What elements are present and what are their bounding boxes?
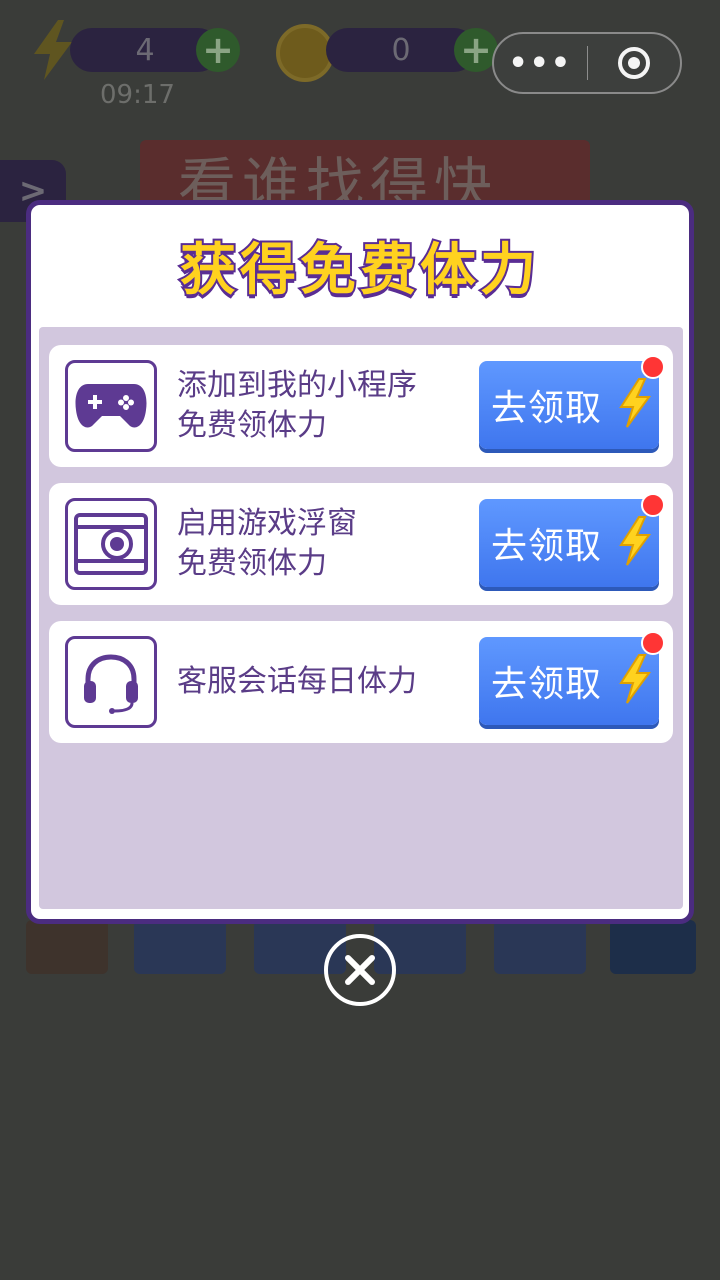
close-dialog-button[interactable] [324, 934, 396, 1006]
lightning-icon [619, 378, 651, 428]
claim-button[interactable]: 去领取 [479, 493, 665, 587]
reward-description: 客服会话每日体力 [177, 664, 417, 699]
lightning-icon [619, 654, 651, 704]
target-icon [617, 47, 650, 79]
reward-row-floating-window: 启用游戏浮窗 免费领体力 去领取 [49, 483, 673, 605]
headset-icon [65, 636, 157, 728]
notification-dot [641, 631, 665, 655]
bottom-tile-2[interactable] [134, 920, 226, 974]
claim-button[interactable]: 去领取 [479, 631, 665, 725]
reward-row-add-mini-program: 添加到我的小程序 免费领体力 去领取 [49, 345, 673, 467]
energy-timer: 09:17 [100, 80, 175, 110]
bottom-tile-6[interactable] [610, 920, 696, 974]
coin-count: 0 [391, 32, 411, 68]
bottom-tile-1[interactable] [26, 920, 108, 974]
bottom-tile-5[interactable] [494, 920, 586, 974]
reward-row-customer-service: 客服会话每日体力 去领取 [49, 621, 673, 743]
mini-program-capsule: ••• [492, 32, 682, 94]
gamepad-icon [65, 360, 157, 452]
add-energy-button[interactable]: + [196, 28, 240, 72]
claim-button[interactable]: 去领取 [479, 355, 665, 449]
energy-count: 4 [135, 32, 155, 68]
dialog-title: 获得免费体力 [178, 236, 540, 305]
close-icon [345, 955, 375, 985]
reward-description: 添加到我的小程序 免费领体力 [177, 368, 417, 443]
reward-description: 启用游戏浮窗 免费领体力 [177, 506, 357, 581]
more-menu-button[interactable]: ••• [494, 46, 587, 81]
notification-dot [641, 355, 665, 379]
reward-list: 添加到我的小程序 免费领体力 去领取 启用游戏浮窗 免费领体力 去领取 客服会话… [39, 327, 683, 909]
lightning-icon [619, 516, 651, 566]
notification-dot [641, 493, 665, 517]
close-mini-program-button[interactable] [588, 47, 681, 79]
free-energy-dialog: 获得免费体力 添加到我的小程序 免费领体力 去领取 启用游戏浮窗 免费领体力 去… [26, 200, 694, 924]
floating-window-icon [65, 498, 157, 590]
